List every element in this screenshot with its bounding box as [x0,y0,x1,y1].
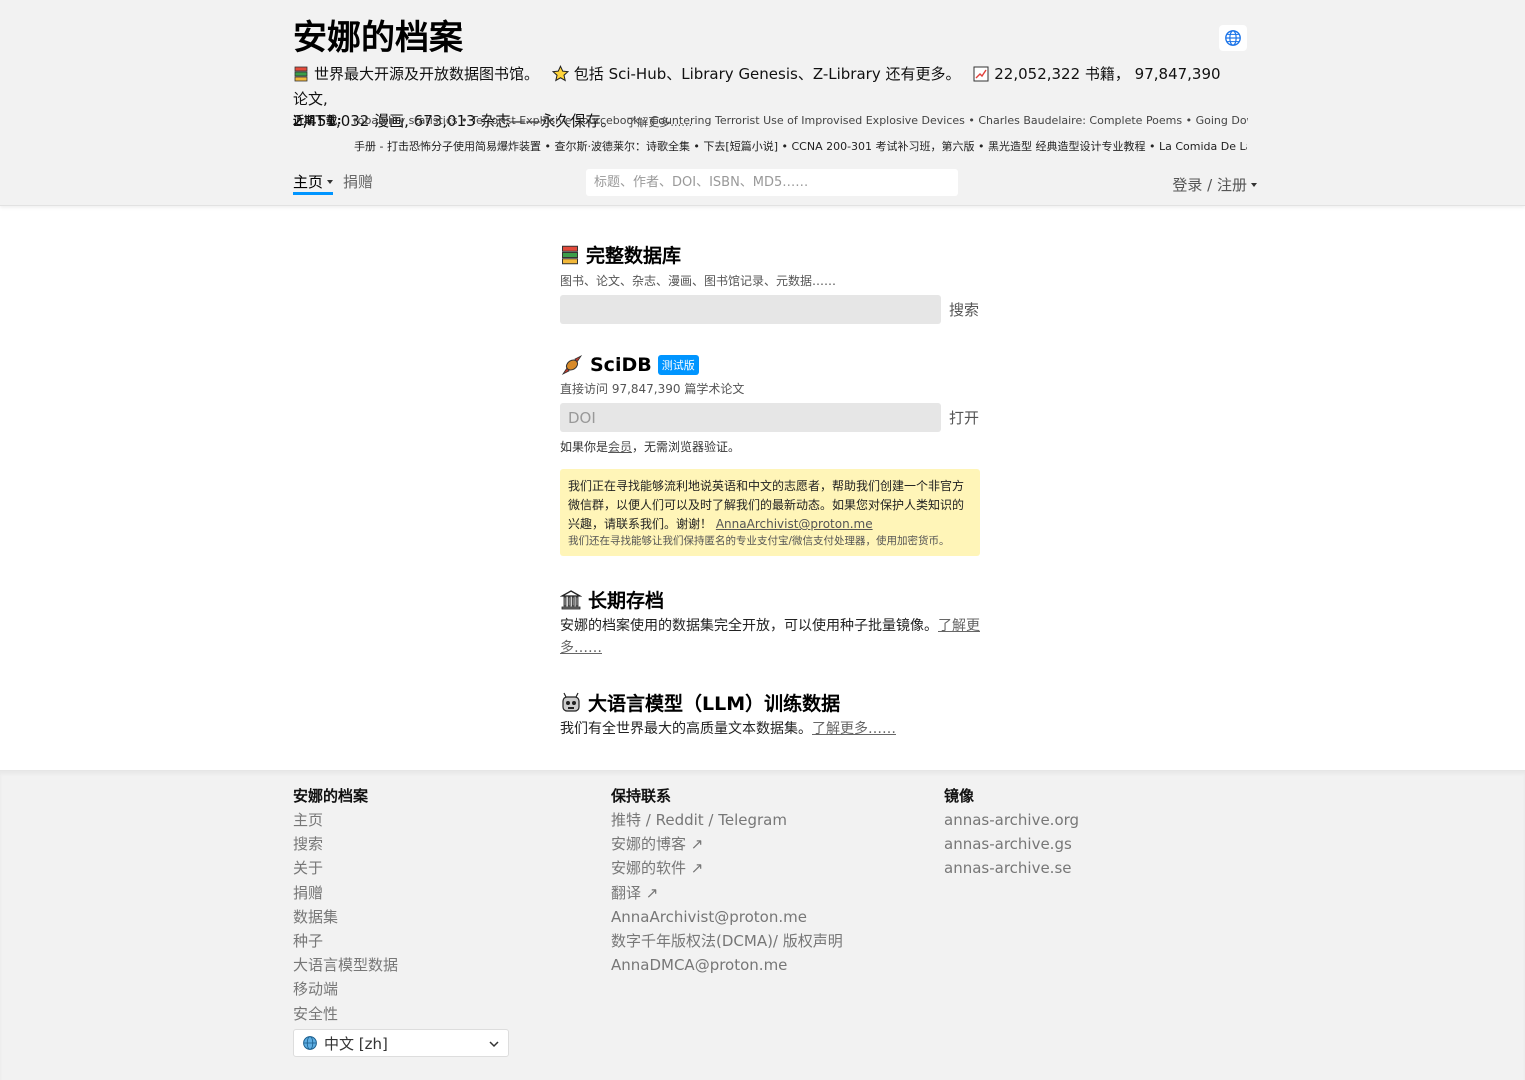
footer-link[interactable]: 种子 [293,929,398,953]
footer-link[interactable]: AnnaDMCA@proton.me [611,953,843,977]
footer-link[interactable]: 推特 / Reddit / Telegram [611,808,843,832]
full-db-subtitle: 图书、论文、杂志、漫画、图书馆记录、元数据…… [560,274,837,288]
site-header: 安娜的档案 世界最大开源及开放数据图书馆。 包括 Sci-Hub、Library… [0,0,1525,206]
open-button[interactable]: 打开 [949,407,979,428]
footer-link[interactable]: annas-archive.gs [944,832,1079,856]
nav-donate[interactable]: 捐赠 [343,171,373,197]
nav-home[interactable]: 主页 [293,171,334,195]
footer-col-title: 安娜的档案 [293,787,369,805]
tagline-part2: 包括 Sci-Hub、Library Genesis、Z-Library 还有更… [573,65,961,83]
chevron-down-icon [489,1041,499,1048]
full-db-title: 完整数据库 [560,241,980,268]
chart-icon [973,66,989,88]
footer-link[interactable]: 大语言模型数据 [293,953,398,977]
header-inner: 安娜的档案 世界最大开源及开放数据图书馆。 包括 Sci-Hub、Library… [293,0,1257,206]
globe-icon [303,1036,317,1050]
volunteer-small-text: 我们还在寻找能够让我们保持匿名的专业支付宝/微信支付处理器，使用加密货币。 [568,535,950,547]
footer-link[interactable]: annas-archive.se [944,856,1079,880]
language-select-value: 中文 [zh] [324,1034,388,1053]
footer-link[interactable]: 关于 [293,856,398,880]
footer-link[interactable]: 搜索 [293,832,398,856]
doi-input[interactable] [560,403,941,432]
llm-section: 大语言模型（LLM）训练数据 我们有全世界最大的高质量文本数据集。了解更多…… [560,689,980,740]
candy-icon [561,354,583,376]
footer-link[interactable]: 主页 [293,808,398,832]
site-footer: 安娜的档案 主页 搜索 关于 捐赠 数据集 种子 大语言模型数据 移动端 安全性… [0,770,1525,1080]
site-title[interactable]: 安娜的档案 [293,16,463,60]
footer-link[interactable]: 安娜的软件 ↗ [611,856,843,880]
footer-link[interactable]: 数字千年版权法(DCMA)/ 版权声明 [611,929,843,953]
scidb-title: SciDB 测试版 [560,354,980,376]
footer-link[interactable]: 安全性 [293,1002,398,1026]
recent-downloads-line1[interactable]: robability statistics • Terrorist Explos… [353,114,1248,127]
books-icon [293,66,309,88]
star-icon [551,65,569,88]
llm-title: 大语言模型（LLM）训练数据 [560,689,980,716]
header-search-input[interactable] [586,169,958,196]
footer-link[interactable]: 安娜的博客 ↗ [611,832,843,856]
footer-link[interactable]: AnnaArchivist@proton.me [611,905,843,929]
scidb-section: SciDB 测试版 直接访问 97,847,390 篇学术论文 打开 如果你是会… [560,354,980,455]
scidb-subtitle: 直接访问 97,847,390 篇学术论文 [560,382,745,396]
full-db-search-input[interactable] [560,295,941,324]
language-select[interactable]: 中文 [zh] [293,1029,509,1057]
main-content: 完整数据库 图书、论文、杂志、漫画、图书馆记录、元数据…… 搜索 SciDB 测… [560,206,980,740]
footer-link[interactable]: 移动端 [293,977,398,1001]
recent-downloads-label: 近期下载: [293,114,342,127]
volunteer-email-link[interactable]: AnnaArchivist@proton.me [716,517,873,531]
bank-icon [560,589,582,609]
main-nav: 主页 捐赠 [293,171,373,197]
archive-section: 长期存档 安娜的档案使用的数据集完全开放，可以使用种子批量镜像。了解更多…… [560,586,980,659]
language-button[interactable] [1219,25,1247,51]
llm-text: 我们有全世界最大的高质量文本数据集。了解更多…… [560,721,896,737]
footer-col-title: 保持联系 [611,787,672,805]
globe-icon [1225,30,1241,46]
member-link[interactable]: 会员 [608,440,632,454]
footer-link[interactable]: 翻译 ↗ [611,881,843,905]
footer-link[interactable]: 数据集 [293,905,398,929]
recent-downloads-row: 近期下载: robability statistics • Terrorist E… [293,112,1248,130]
caret-down-icon [327,180,334,184]
caret-down-icon [1251,183,1257,187]
robot-icon [562,692,580,712]
member-note: 如果你是会员，无需浏览器验证。 [560,440,741,454]
recent-downloads-line2[interactable]: 手册 - 打击恐怖分子使用简易爆炸装置 • 查尔斯·波德莱尔：诗歌全集 • 下去… [354,138,1247,156]
llm-learn-more-link[interactable]: 了解更多…… [812,721,896,737]
archive-title: 长期存档 [560,586,980,613]
full-db-search-button[interactable]: 搜索 [949,299,979,320]
footer-link[interactable]: 捐赠 [293,881,398,905]
footer-col-contact: 保持联系 推特 / Reddit / Telegram 安娜的博客 ↗ 安娜的软… [611,784,843,977]
tagline-part1: 世界最大开源及开放数据图书馆。 [314,65,540,83]
footer-col-archive: 安娜的档案 主页 搜索 关于 捐赠 数据集 种子 大语言模型数据 移动端 安全性 [293,784,398,1026]
footer-col-title: 镜像 [944,787,975,805]
footer-col-mirrors: 镜像 annas-archive.org annas-archive.gs an… [944,784,1079,881]
volunteer-notice: 我们正在寻找能够流利地说英语和中文的志愿者，帮助我们创建一个非官方微信群，以便人… [560,469,980,556]
full-db-section: 完整数据库 图书、论文、杂志、漫画、图书馆记录、元数据…… 搜索 [560,241,980,324]
books-icon [562,245,578,264]
archive-text: 安娜的档案使用的数据集完全开放，可以使用种子批量镜像。了解更多…… [560,618,980,656]
footer-link[interactable]: annas-archive.org [944,808,1079,832]
login-register-link[interactable]: 登录 / 注册 [1172,174,1257,195]
beta-badge: 测试版 [657,355,699,375]
